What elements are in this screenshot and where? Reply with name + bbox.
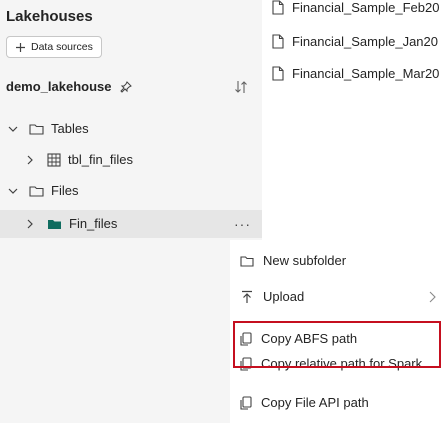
file-name: Financial_Sample_Feb20 [292,0,440,15]
folder-filled-icon [47,218,62,230]
tables-label: Tables [51,121,89,136]
folder-name: Fin_files [69,216,118,231]
menu-item-new-subfolder[interactable]: New subfolder [240,253,346,268]
highlight-annotation-box [233,321,441,368]
data-sources-label: Data sources [31,41,93,53]
lakehouse-name: demo_lakehouse [6,79,112,94]
chevron-down-icon[interactable] [8,124,18,134]
pin-icon[interactable] [119,80,132,93]
plus-icon [15,42,26,53]
table-name: tbl_fin_files [68,152,134,167]
document-icon [272,0,284,15]
tree-node-tables[interactable]: Tables [8,121,89,136]
menu-item-label: New subfolder [263,253,347,268]
document-icon [272,66,284,81]
folder-outline-icon [29,185,44,197]
swap-icon[interactable] [234,79,248,95]
file-list-item[interactable]: Financial_Sample_Feb20 [272,0,439,15]
panel-title: Lakehouses [6,8,93,25]
chevron-right-icon[interactable] [25,219,35,229]
data-sources-button[interactable]: Data sources [6,36,102,58]
folder-outline-icon [29,123,44,135]
lakehouse-header[interactable]: demo_lakehouse [6,79,132,94]
menu-item-label: Upload [263,289,305,304]
chevron-right-icon[interactable] [25,155,35,165]
file-name: Financial_Sample_Jan20 [292,34,438,49]
file-name: Financial_Sample_Mar20 [292,66,440,81]
file-list-item[interactable]: Financial_Sample_Mar20 [272,66,439,81]
more-options-button[interactable]: ··· [234,216,251,232]
menu-item-label: Copy File API path [261,395,369,410]
tree-item-folder[interactable]: Fin_files [25,216,117,231]
document-icon [272,34,284,49]
file-list-item[interactable]: Financial_Sample_Jan20 [272,34,438,49]
upload-icon [240,290,254,304]
chevron-right-icon [428,291,436,303]
menu-item-copy-file-api-path[interactable]: Copy File API path [240,395,369,410]
tree-node-files[interactable]: Files [8,183,78,198]
chevron-down-icon[interactable] [8,186,18,196]
copy-icon [240,395,252,410]
files-label: Files [51,183,79,198]
tree-item-table[interactable]: tbl_fin_files [25,152,133,167]
table-icon [47,152,61,167]
menu-item-upload[interactable]: Upload [240,289,436,304]
folder-outline-icon [240,255,254,267]
